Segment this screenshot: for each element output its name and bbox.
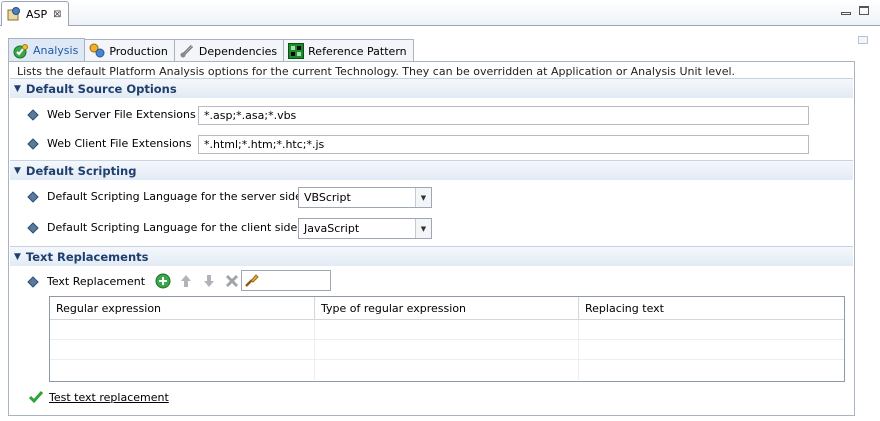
close-icon[interactable]: ⊠	[53, 9, 61, 20]
text-replacement-row: Text Replacement	[27, 275, 146, 288]
reference-pattern-icon	[288, 43, 305, 59]
server-lang-select[interactable]: VBScript ▼	[298, 187, 432, 208]
section-title: Text Replacements	[25, 249, 149, 264]
text-replacement-label: Text Replacement	[47, 275, 146, 288]
server-lang-value: VBScript	[304, 191, 351, 204]
move-up-icon[interactable]	[177, 272, 195, 290]
production-icon	[89, 43, 105, 59]
analysis-icon	[13, 43, 29, 59]
editor-tab-bar: ASP ⊠	[0, 0, 880, 26]
table-row[interactable]	[50, 320, 844, 340]
chevron-down-icon[interactable]: ▼	[415, 188, 431, 207]
tab-production[interactable]: Production	[84, 39, 175, 62]
diamond-bullet-icon	[27, 275, 39, 288]
filter-input[interactable]	[241, 270, 331, 291]
client-lang-value: JavaScript	[304, 222, 360, 235]
client-ext-row: Web Client File Extensions	[27, 137, 192, 150]
text-replacement-table[interactable]: Regular expression Type of regular expre…	[49, 296, 845, 382]
chevron-down-icon[interactable]: ▼	[415, 219, 431, 238]
editor-tab-asp[interactable]: ASP ⊠	[1, 1, 69, 26]
section-default-source-options[interactable]: ▼ Default Source Options	[10, 78, 853, 98]
client-lang-select[interactable]: JavaScript ▼	[298, 218, 432, 239]
diamond-bullet-icon	[27, 221, 39, 234]
tab-production-label: Production	[109, 44, 168, 58]
table-cell	[50, 320, 315, 339]
panel-description: Lists the default Platform Analysis opti…	[17, 65, 736, 78]
window-controls	[840, 4, 870, 16]
column-header[interactable]: Replacing text	[579, 297, 844, 319]
tab-reference-pattern[interactable]: Reference Pattern	[283, 39, 414, 62]
table-row[interactable]	[50, 360, 844, 380]
add-icon[interactable]	[154, 272, 172, 290]
minimize-button[interactable]	[840, 4, 852, 16]
section-default-scripting[interactable]: ▼ Default Scripting	[10, 160, 853, 180]
column-header[interactable]: Type of regular expression	[315, 297, 579, 319]
diamond-bullet-icon	[27, 137, 39, 150]
column-header[interactable]: Regular expression	[50, 297, 315, 319]
editor-tab-title: ASP	[26, 7, 48, 21]
editor-content: Analysis Production Dependencies Referen…	[4, 28, 876, 421]
table-cell	[315, 340, 579, 359]
test-text-replacement-link[interactable]: Test text replacement	[49, 391, 169, 404]
tab-analysis-label: Analysis	[33, 44, 79, 57]
move-down-icon[interactable]	[200, 272, 218, 290]
test-replacement-row: Test text replacement	[29, 390, 169, 404]
maximize-icon	[859, 5, 869, 15]
section-text-replacements[interactable]: ▼ Text Replacements	[10, 246, 853, 266]
diamond-bullet-icon	[27, 108, 39, 121]
client-ext-label: Web Client File Extensions	[47, 137, 192, 150]
section-title: Default Scripting	[25, 163, 137, 178]
table-cell	[579, 360, 844, 380]
inner-tab-bar: Analysis Production Dependencies Referen…	[8, 38, 414, 62]
server-lang-row: Default Scripting Language for the serve…	[27, 190, 302, 203]
minimize-icon	[841, 11, 851, 15]
client-lang-row: Default Scripting Language for the clien…	[27, 221, 298, 234]
tab-dependencies[interactable]: Dependencies	[173, 39, 285, 62]
table-cell	[315, 360, 579, 380]
filter-brush-icon	[244, 273, 259, 291]
check-icon	[29, 390, 43, 404]
collapse-triangle-icon[interactable]: ▼	[14, 166, 21, 176]
table-cell	[50, 360, 315, 380]
vertical-scrollbar[interactable]	[858, 36, 870, 416]
collapse-triangle-icon[interactable]: ▼	[14, 252, 21, 262]
delete-icon[interactable]	[223, 272, 241, 290]
table-cell	[50, 340, 315, 359]
maximize-button[interactable]	[858, 4, 870, 16]
table-cell	[315, 320, 579, 339]
analysis-panel: Lists the default Platform Analysis opti…	[8, 61, 855, 416]
tab-dependencies-label: Dependencies	[198, 44, 278, 58]
table-header: Regular expression Type of regular expre…	[50, 297, 844, 320]
diamond-bullet-icon	[27, 190, 39, 203]
table-row[interactable]	[50, 340, 844, 360]
server-lang-label: Default Scripting Language for the serve…	[47, 190, 302, 203]
table-cell	[579, 340, 844, 359]
server-ext-input[interactable]: *.asp;*.asa;*.vbs	[198, 106, 809, 125]
table-cell	[579, 320, 844, 339]
tab-analysis[interactable]: Analysis	[8, 38, 86, 62]
asp-file-icon	[6, 6, 22, 22]
scroll-up-icon[interactable]	[858, 36, 868, 44]
tab-reference-pattern-label: Reference Pattern	[308, 44, 407, 58]
client-ext-input[interactable]: *.html;*.htm;*.htc;*.js	[198, 135, 809, 154]
dependencies-icon	[179, 43, 195, 59]
collapse-triangle-icon[interactable]: ▼	[14, 84, 21, 94]
client-lang-label: Default Scripting Language for the clien…	[47, 221, 298, 234]
section-title: Default Source Options	[25, 81, 177, 96]
server-ext-label: Web Server File Extensions	[47, 108, 196, 121]
server-ext-row: Web Server File Extensions	[27, 108, 196, 121]
